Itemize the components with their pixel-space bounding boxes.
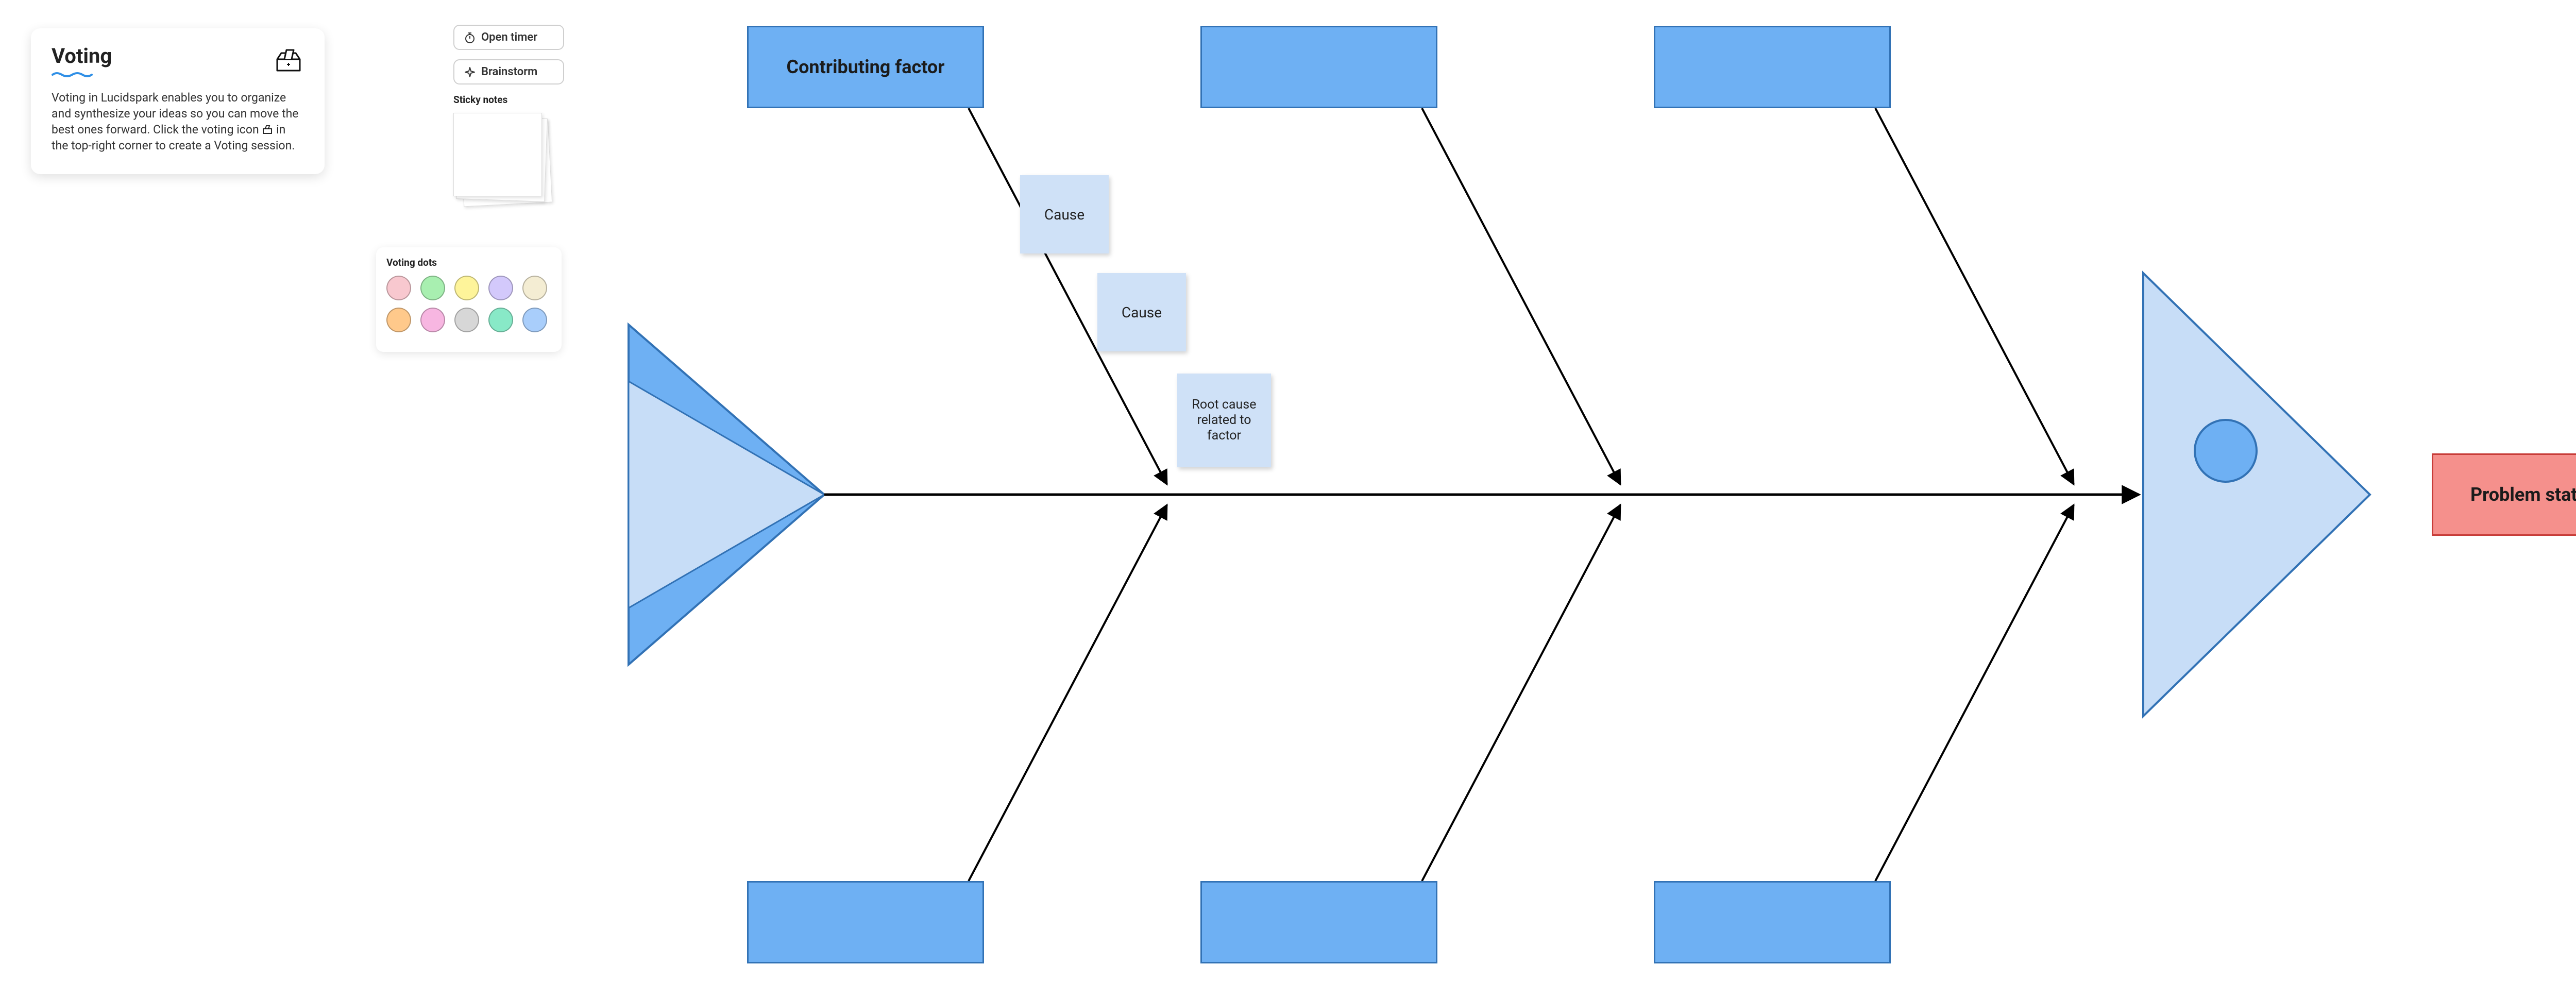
contributing-factor-box[interactable] xyxy=(747,881,984,963)
sticky-notes-section: Sticky notes xyxy=(453,94,564,206)
brainstorm-button[interactable]: Brainstorm xyxy=(453,59,564,84)
sticky-notes-label: Sticky notes xyxy=(453,94,564,106)
inline-voting-icon xyxy=(262,124,273,135)
underline-squiggle-icon xyxy=(52,71,93,78)
info-card-title: Voting xyxy=(52,44,112,68)
bone-line xyxy=(1422,108,1620,484)
bone-line xyxy=(969,505,1167,881)
cause-label: Cause xyxy=(1122,304,1162,321)
sticky-note-icon xyxy=(453,113,542,196)
voting-dot[interactable] xyxy=(522,308,547,332)
contributing-factor-box[interactable] xyxy=(1654,881,1891,963)
cause-label: Cause xyxy=(1044,206,1084,223)
bone-line xyxy=(1875,108,2074,484)
open-timer-label: Open timer xyxy=(481,31,537,44)
sticky-note-stack[interactable] xyxy=(453,113,551,206)
stopwatch-icon xyxy=(464,31,476,44)
cause-label: Root cause related to factor xyxy=(1180,397,1268,444)
info-card-title-wrap: Voting xyxy=(52,44,112,80)
open-timer-button[interactable]: Open timer xyxy=(453,25,564,50)
factor-label: Contributing factor xyxy=(787,56,945,78)
contributing-factor-box[interactable] xyxy=(1654,26,1891,108)
voting-info-card: Voting Voting in Lucidspark enables you … xyxy=(31,28,325,174)
info-card-body: Voting in Lucidspark enables you to orga… xyxy=(52,90,304,154)
fishbone-svg xyxy=(618,15,2576,982)
voting-dot[interactable] xyxy=(522,276,547,300)
voting-dot[interactable] xyxy=(454,308,479,332)
contributing-factor-box[interactable]: Contributing factor xyxy=(747,26,984,108)
voting-dot[interactable] xyxy=(420,276,445,300)
voting-dots-card: Voting dots xyxy=(376,247,562,352)
tool-panel: Open timer Brainstorm Sticky notes xyxy=(453,25,564,206)
bone-line xyxy=(1875,505,2074,881)
fish-head-icon xyxy=(2143,273,2370,716)
sparkle-icon xyxy=(464,66,476,78)
voting-dot[interactable] xyxy=(386,276,411,300)
problem-statement-box[interactable]: Problem statement xyxy=(2432,453,2576,536)
contributing-factor-box[interactable] xyxy=(1200,881,1437,963)
cause-note[interactable]: Cause xyxy=(1097,273,1186,351)
voting-box-icon xyxy=(273,44,304,75)
root-cause-note[interactable]: Root cause related to factor xyxy=(1177,374,1271,467)
voting-dots-title: Voting dots xyxy=(386,257,551,268)
contributing-factor-box[interactable] xyxy=(1200,26,1437,108)
cause-note[interactable]: Cause xyxy=(1020,175,1109,253)
voting-dot[interactable] xyxy=(386,308,411,332)
fish-tail-icon xyxy=(629,325,824,665)
problem-statement-label: Problem statement xyxy=(2470,484,2576,505)
voting-dot[interactable] xyxy=(420,308,445,332)
voting-dot[interactable] xyxy=(488,276,513,300)
brainstorm-label: Brainstorm xyxy=(481,65,537,78)
bone-line xyxy=(1422,505,1620,881)
voting-dot[interactable] xyxy=(454,276,479,300)
fishbone-diagram[interactable]: Contributing factor Problem statement Ca… xyxy=(618,15,2576,982)
fish-eye-icon xyxy=(2195,420,2257,482)
info-card-header: Voting xyxy=(52,44,304,80)
voting-dots-row-1 xyxy=(386,276,551,300)
voting-dot[interactable] xyxy=(488,308,513,332)
voting-dots-row-2 xyxy=(386,308,551,332)
